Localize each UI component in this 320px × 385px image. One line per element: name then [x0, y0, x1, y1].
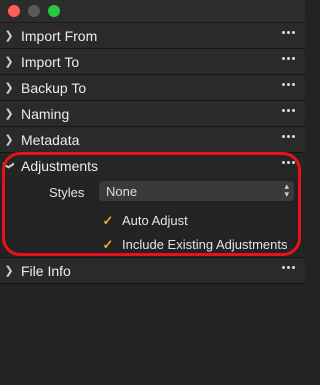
- chevron-right-icon[interactable]: ❯: [0, 133, 18, 146]
- panel-metadata[interactable]: ❯ Metadata: [0, 127, 305, 153]
- chevron-right-icon[interactable]: ❯: [0, 29, 18, 42]
- include-existing-adjustments-checkbox[interactable]: ✓ Include Existing Adjustments: [102, 237, 288, 253]
- more-options-icon[interactable]: [282, 57, 295, 60]
- panel-adjustments[interactable]: ❯ Adjustments: [0, 153, 305, 178]
- panel-title: Import From: [21, 27, 98, 44]
- include-existing-adjustments-label: Include Existing Adjustments: [122, 237, 288, 252]
- minimize-window-button[interactable]: [28, 5, 40, 17]
- more-options-icon[interactable]: [282, 83, 295, 86]
- panel-title: File Info: [21, 262, 71, 279]
- panel-title: Import To: [21, 53, 80, 70]
- panel-import-to[interactable]: ❯ Import To: [0, 49, 305, 75]
- panel-title: Adjustments: [21, 157, 99, 174]
- styles-select-value: None: [106, 183, 138, 199]
- auto-adjust-checkbox[interactable]: ✓ Auto Adjust: [102, 213, 188, 229]
- panel-title: Naming: [21, 105, 70, 122]
- close-window-button[interactable]: [8, 5, 20, 17]
- more-options-icon[interactable]: [282, 31, 295, 34]
- panel-title: Metadata: [21, 131, 80, 148]
- panel-backup-to[interactable]: ❯ Backup To: [0, 75, 305, 101]
- adjustments-panel-body: Styles None ▴ ▾ ✓ Auto Adjust ✓ Include E…: [0, 178, 305, 257]
- zoom-window-button[interactable]: [48, 5, 60, 17]
- more-options-icon[interactable]: [282, 266, 295, 269]
- auto-adjust-label: Auto Adjust: [122, 213, 188, 228]
- import-settings-window: ❯ Import From ❯ Import To ❯ Backup To ❯ …: [0, 0, 305, 385]
- more-options-icon[interactable]: [282, 161, 295, 164]
- styles-select[interactable]: None ▴ ▾: [99, 181, 294, 201]
- chevron-right-icon[interactable]: ❯: [0, 264, 18, 277]
- chevron-down-icon[interactable]: ❯: [3, 157, 16, 175]
- chevron-right-icon[interactable]: ❯: [0, 55, 18, 68]
- more-options-icon[interactable]: [282, 109, 295, 112]
- panel-naming[interactable]: ❯ Naming: [0, 101, 305, 127]
- panel-import-from[interactable]: ❯ Import From: [0, 23, 305, 49]
- checkmark-icon[interactable]: ✓: [102, 213, 114, 228]
- title-bar: [0, 0, 305, 23]
- checkmark-icon[interactable]: ✓: [102, 237, 114, 252]
- up-down-arrows-icon: ▴ ▾: [284, 181, 289, 199]
- panel-title: Backup To: [21, 79, 87, 96]
- chevron-right-icon[interactable]: ❯: [0, 81, 18, 94]
- panel-file-info[interactable]: ❯ File Info: [0, 257, 305, 284]
- more-options-icon[interactable]: [282, 135, 295, 138]
- chevron-right-icon[interactable]: ❯: [0, 107, 18, 120]
- styles-label: Styles: [49, 185, 85, 200]
